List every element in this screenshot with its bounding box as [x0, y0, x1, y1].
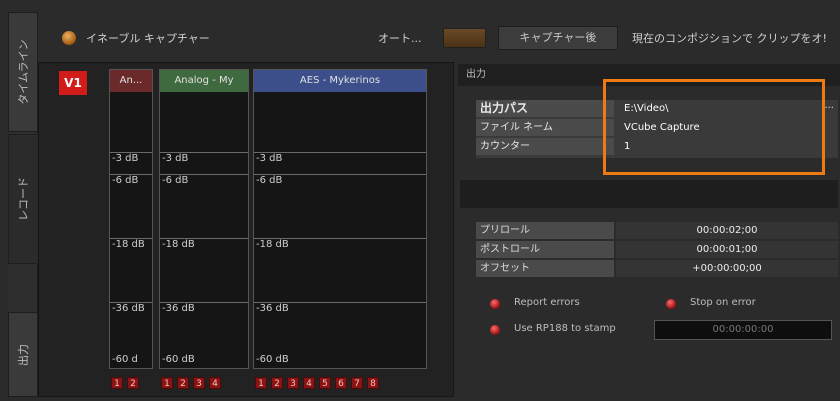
- level-label: -60 dB: [256, 354, 289, 365]
- channel-button[interactable]: 7: [351, 377, 363, 389]
- level-label: -3 dB: [254, 152, 426, 164]
- clip-option-text: 現在のコンポジションで クリップをオ!: [632, 32, 827, 45]
- enable-capture-toggle[interactable]: [62, 31, 76, 45]
- use-rp188-radio[interactable]: [490, 325, 500, 335]
- tab-timeline[interactable]: タイムライン: [8, 12, 38, 132]
- property-row-offset[interactable]: オフセット +00:00:00;00: [476, 260, 838, 277]
- channel-1-name: An...: [110, 70, 152, 92]
- level-label: -18 dB: [110, 238, 152, 263]
- meter-channel-3: AES - Mykerinos -3 dB -6 dB -18 dB -36 d…: [253, 69, 427, 369]
- channel-button[interactable]: 8: [367, 377, 379, 389]
- auto-color-swatch[interactable]: [443, 28, 486, 48]
- level-label: -6 dB: [160, 174, 248, 186]
- property-row-preroll[interactable]: プリロール 00:00:02;00: [476, 222, 838, 239]
- stop-on-error-radio[interactable]: [666, 299, 676, 309]
- channel-2-buttons: 1234: [161, 371, 225, 389]
- audio-meters-panel: V1 An... -3 dB -6 dB -18 dB -36 dB -60 d…: [38, 62, 454, 397]
- level-label: -36 dB: [254, 302, 426, 314]
- file-name-key: ファイル ネーム: [476, 119, 614, 136]
- auto-label: オート...: [378, 32, 422, 45]
- level-label: -18 dB: [254, 238, 426, 250]
- channel-button[interactable]: 4: [209, 377, 221, 389]
- tab-output-label: 出力: [17, 343, 30, 366]
- level-label: -60 dB: [162, 354, 195, 365]
- use-rp188-label: Use RP188 to stamp: [514, 323, 616, 334]
- postroll-key: ポストロール: [476, 241, 614, 258]
- offset-key: オフセット: [476, 260, 614, 277]
- channel-button[interactable]: 1: [161, 377, 173, 389]
- property-row-postroll[interactable]: ポストロール 00:00:01;00: [476, 241, 838, 258]
- tab-record-label: レコード: [17, 177, 30, 221]
- meter-channel-1: An... -3 dB -6 dB -18 dB -36 dB -60 d: [109, 69, 153, 369]
- channel-button[interactable]: 3: [193, 377, 205, 389]
- postroll-value[interactable]: 00:00:01;00: [616, 241, 838, 258]
- level-label: -6 dB: [110, 174, 152, 186]
- section-divider: [460, 180, 838, 208]
- channel-2-name: Analog - My: [160, 70, 248, 92]
- report-errors-radio[interactable]: [490, 299, 500, 309]
- highlight-box: [603, 79, 825, 175]
- level-label: -6 dB: [254, 174, 426, 186]
- output-path-key: 出力パス: [476, 100, 614, 117]
- tab-output[interactable]: 出力: [8, 312, 38, 397]
- meter-channel-2: Analog - My -3 dB -6 dB -18 dB -36 dB -6…: [159, 69, 249, 369]
- level-label: -3 dB: [160, 152, 248, 164]
- timecode-field[interactable]: 00:00:00:00: [654, 320, 832, 340]
- channel-button[interactable]: 4: [303, 377, 315, 389]
- level-label: -36 dB: [110, 302, 152, 327]
- channel-1-buttons: 12: [111, 371, 143, 389]
- channel-button[interactable]: 2: [271, 377, 283, 389]
- channel-button[interactable]: 1: [111, 377, 123, 389]
- channel-3-name: AES - Mykerinos: [254, 70, 426, 92]
- channel-button[interactable]: 2: [177, 377, 189, 389]
- tab-record[interactable]: レコード: [8, 134, 38, 264]
- capture-toolbar: イネーブル キャプチャー オート... キャプチャー後 現在のコンポジションで …: [38, 12, 840, 62]
- level-label: -3 dB: [110, 152, 152, 164]
- vertical-tab-bar: タイムライン レコード 出力: [8, 12, 38, 397]
- track-v1-badge[interactable]: V1: [59, 71, 87, 95]
- preroll-key: プリロール: [476, 222, 614, 239]
- channel-button[interactable]: 3: [287, 377, 299, 389]
- tab-timeline-label: タイムライン: [17, 39, 30, 105]
- channel-button[interactable]: 1: [255, 377, 267, 389]
- report-errors-label: Report errors: [514, 297, 580, 308]
- after-capture-button[interactable]: キャプチャー後: [498, 26, 618, 50]
- timing-properties: プリロール 00:00:02;00 ポストロール 00:00:01;00 オフセ…: [476, 222, 838, 278]
- level-label: -18 dB: [160, 238, 248, 250]
- channel-button[interactable]: 2: [127, 377, 139, 389]
- browse-button[interactable]: ...: [824, 100, 834, 111]
- enable-capture-label: イネーブル キャプチャー: [86, 32, 210, 45]
- offset-value[interactable]: +00:00:00;00: [616, 260, 838, 277]
- channel-3-buttons: 12345678: [255, 371, 383, 389]
- channel-button[interactable]: 6: [335, 377, 347, 389]
- level-label: -36 dB: [160, 302, 248, 314]
- stop-on-error-label: Stop on error: [690, 297, 756, 308]
- channel-button[interactable]: 5: [319, 377, 331, 389]
- preroll-value[interactable]: 00:00:02;00: [616, 222, 838, 239]
- level-label: -60 d: [112, 354, 138, 365]
- counter-key: カウンター: [476, 138, 614, 155]
